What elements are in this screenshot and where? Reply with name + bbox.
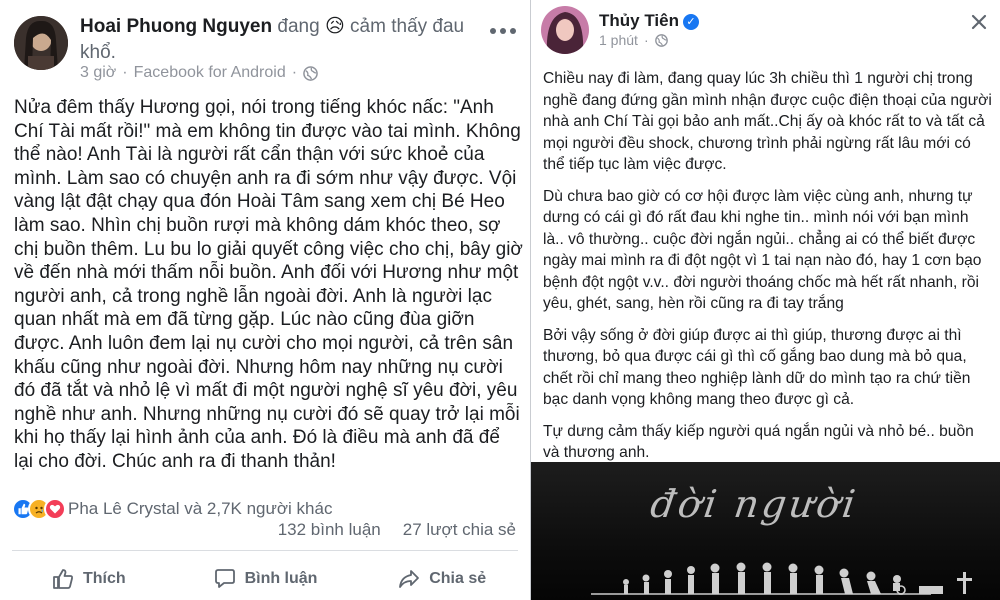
post-paragraph: Dù chưa bao giờ có cơ hội được làm việc … bbox=[543, 187, 982, 313]
like-button[interactable]: Thích bbox=[0, 560, 177, 598]
author-avatar[interactable] bbox=[14, 16, 68, 70]
post-paragraph: Tự dưng cảm thấy kiếp người quá ngắn ngủ… bbox=[543, 422, 974, 462]
post-paragraph: Bởi vậy sống ở đời giúp được ai thì giúp… bbox=[543, 326, 971, 409]
close-icon[interactable] bbox=[969, 12, 989, 32]
post-body: Chiều nay đi làm, đang quay lúc 3h chiều… bbox=[543, 68, 993, 474]
right-post: Thủy Tiên ✓ 1 phút · Chiều nay đi làm, đa… bbox=[530, 0, 1000, 600]
reaction-icons bbox=[12, 498, 66, 520]
post-actions: Thích Bình luận Chia sẻ bbox=[0, 560, 530, 598]
post-meta: 3 giờ · Facebook for Android · bbox=[80, 64, 318, 82]
share-button[interactable]: Chia sẻ bbox=[353, 560, 530, 598]
like-label: Thích bbox=[83, 570, 126, 587]
comments-count[interactable]: 132 bình luận bbox=[278, 520, 381, 540]
post-image[interactable]: đời người bbox=[531, 462, 1000, 600]
engagement-counts: 132 bình luận 27 lượt chia sẻ bbox=[278, 520, 516, 540]
post-paragraph: Chiều nay đi làm, đang quay lúc 3h chiều… bbox=[543, 70, 992, 173]
post-body-text: Nửa đêm thấy Hương gọi, nói trong tiếng … bbox=[14, 97, 523, 472]
author-name[interactable]: Thủy Tiên bbox=[599, 11, 679, 30]
author-name[interactable]: Hoai Phuong Nguyen bbox=[80, 16, 272, 37]
globe-icon bbox=[654, 33, 668, 47]
globe-icon bbox=[303, 65, 318, 81]
comment-button[interactable]: Bình luận bbox=[177, 560, 354, 598]
meta-separator: · bbox=[122, 64, 128, 81]
avatar-photo bbox=[541, 6, 589, 54]
feeling-prefix: đang bbox=[277, 16, 320, 37]
post-body: Nửa đêm thấy Hương gọi, nói trong tiếng … bbox=[14, 96, 524, 474]
meta-separator: · bbox=[643, 32, 649, 48]
post-header-line: Thủy Tiên ✓ bbox=[599, 8, 699, 34]
love-icon bbox=[44, 498, 66, 520]
comment-label: Bình luận bbox=[244, 570, 318, 587]
post-time[interactable]: 3 giờ bbox=[80, 64, 116, 82]
feeling-emoji: 😥 bbox=[324, 16, 345, 37]
meta-separator: · bbox=[291, 64, 298, 81]
avatar-photo bbox=[14, 16, 68, 70]
share-arrow-icon bbox=[399, 570, 420, 588]
verified-badge-icon: ✓ bbox=[682, 13, 699, 30]
divider bbox=[12, 550, 518, 551]
left-post: Hoai Phuong Nguyen đang 😥 cảm thấy đau k… bbox=[0, 0, 530, 600]
post-header-line: Hoai Phuong Nguyen đang 😥 cảm thấy đau k… bbox=[80, 14, 480, 66]
reactions-text: Pha Lê Crystal và 2,7K người khác bbox=[68, 499, 333, 518]
post-time[interactable]: 1 phút bbox=[599, 32, 638, 48]
reactions-summary[interactable]: Pha Lê Crystal và 2,7K người khác bbox=[12, 496, 522, 522]
life-stages-silhouettes bbox=[591, 562, 972, 595]
post-meta: 1 phút · bbox=[599, 32, 668, 48]
share-label: Chia sẻ bbox=[429, 570, 487, 587]
post-source: Facebook for Android bbox=[133, 64, 286, 81]
thumbs-up-icon bbox=[53, 569, 73, 589]
comment-icon bbox=[214, 569, 235, 588]
author-avatar[interactable] bbox=[541, 6, 589, 54]
shares-count[interactable]: 27 lượt chia sẻ bbox=[403, 520, 516, 540]
more-options-icon[interactable] bbox=[490, 26, 520, 36]
